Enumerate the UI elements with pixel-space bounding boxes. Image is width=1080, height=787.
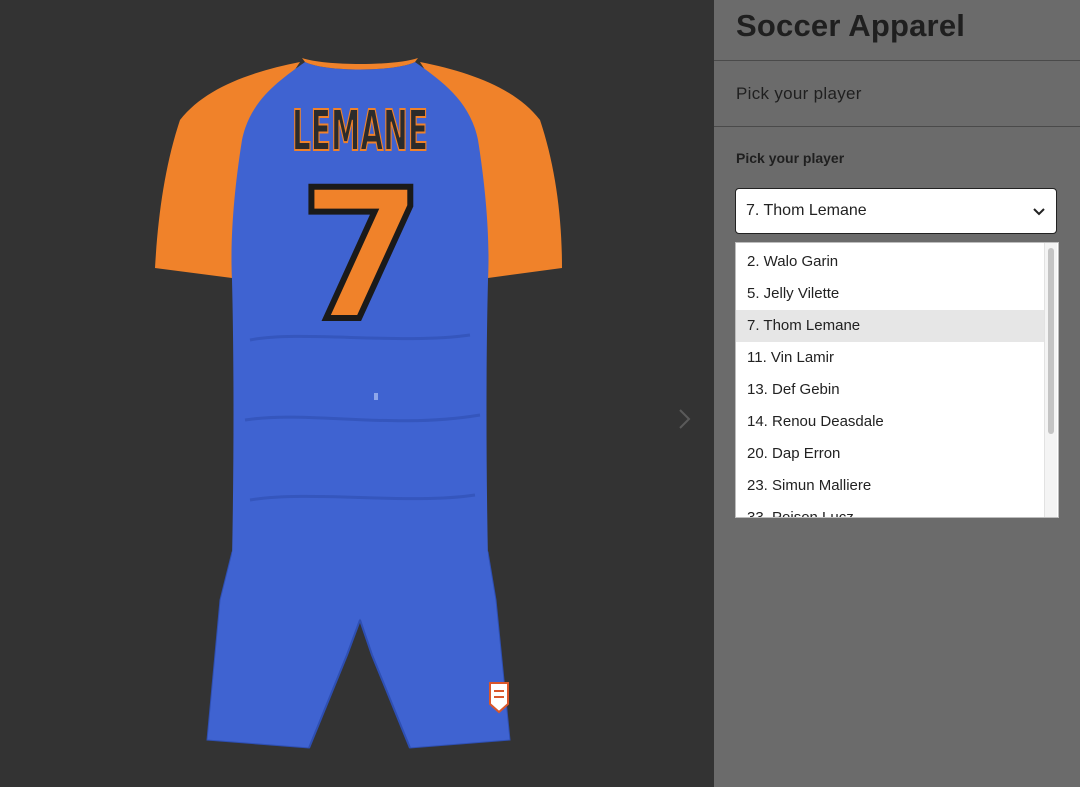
player-option[interactable]: 23. Simun Malliere	[736, 470, 1046, 502]
chevron-right-icon[interactable]	[674, 404, 696, 434]
divider	[714, 60, 1080, 61]
player-option[interactable]: 2. Walo Garin	[736, 246, 1046, 278]
player-option-selected[interactable]: 7. Thom Lemane	[736, 310, 1046, 342]
player-option[interactable]: 20. Dap Erron	[736, 438, 1046, 470]
player-option[interactable]: 5. Jelly Vilette	[736, 278, 1046, 310]
player-select-label: Pick your player	[736, 150, 845, 166]
shorts	[206, 551, 511, 749]
player-option[interactable]: 14. Renou Deasdale	[736, 406, 1046, 438]
product-viewer: LEMANE 7	[0, 0, 714, 787]
app-title: Soccer Apparel	[736, 8, 966, 43]
crest-icon	[489, 682, 509, 714]
player-option[interactable]: 11. Vin Lamir	[736, 342, 1046, 374]
divider	[714, 126, 1080, 127]
chevron-down-icon	[1033, 208, 1045, 216]
player-select[interactable]: 7. Thom Lemane	[735, 188, 1057, 234]
scrollbar-thumb[interactable]	[1048, 248, 1054, 434]
scrollbar[interactable]	[1044, 243, 1057, 517]
player-options-list[interactable]: 2. Walo Garin 5. Jelly Vilette 7. Thom L…	[735, 242, 1059, 518]
options-panel: Soccer Apparel Pick your player Pick you…	[714, 0, 1080, 787]
kit-preview: LEMANE 7	[155, 58, 562, 749]
player-option[interactable]: 33. Poison Lucz	[736, 502, 1046, 517]
player-select-value: 7. Thom Lemane	[746, 202, 867, 219]
player-option[interactable]: 13. Def Gebin	[736, 374, 1046, 406]
step-label: Pick your player	[736, 84, 862, 103]
jersey-number: 7	[299, 152, 424, 361]
